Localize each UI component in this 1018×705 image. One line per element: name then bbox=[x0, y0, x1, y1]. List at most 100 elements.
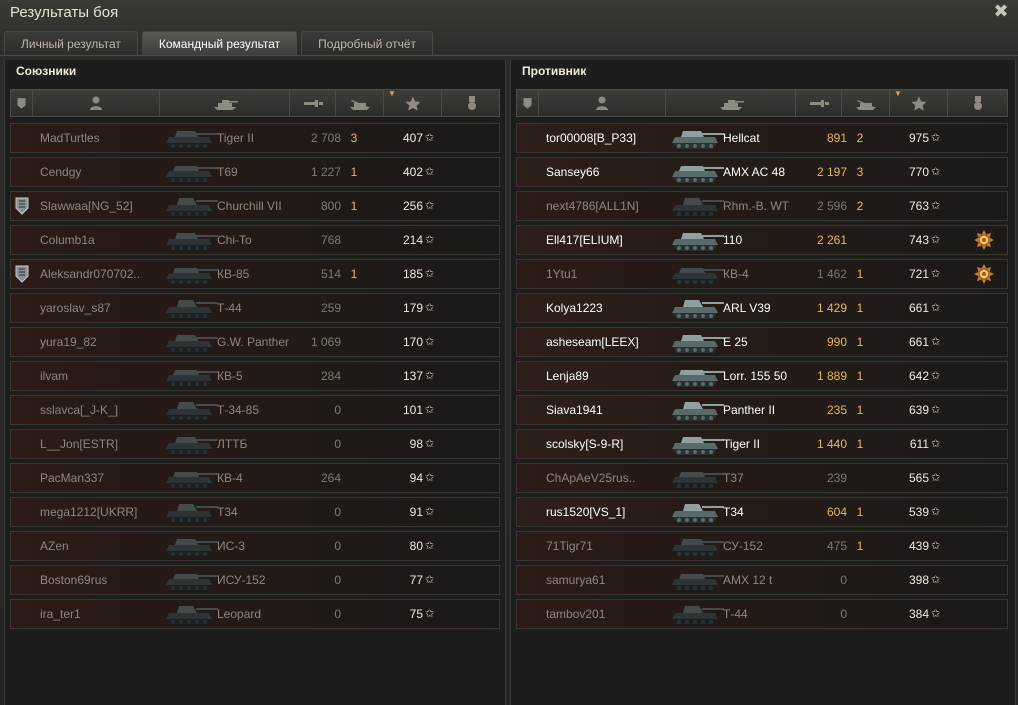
vehicle-name: Tiger II bbox=[217, 131, 254, 145]
column-header-kills[interactable] bbox=[842, 90, 890, 116]
experience-star-icon: ✩ bbox=[931, 166, 941, 178]
player-row[interactable]: Lenja89 Lorr. 155 50 1 889 1 642 ✩ bbox=[516, 361, 1008, 391]
player-row[interactable]: Boston69rus ИСУ-152 0 77 ✩ bbox=[10, 565, 500, 595]
experience-star-icon bbox=[404, 96, 421, 111]
vehicle-icon bbox=[672, 198, 724, 217]
vehicle-name: E 25 bbox=[723, 335, 748, 349]
sort-indicator-icon: ▼ bbox=[388, 89, 396, 98]
column-header-player[interactable] bbox=[539, 90, 666, 116]
vehicle-icon bbox=[672, 402, 724, 421]
player-row[interactable]: samurya61 AMX 12 t 0 398 ✩ bbox=[516, 565, 1008, 595]
player-row[interactable]: rus1520[VS_1] Т34 604 1 539 ✩ bbox=[516, 497, 1008, 527]
experience-star-icon: ✩ bbox=[931, 268, 941, 280]
player-row[interactable]: AZen ИС-3 0 80 ✩ bbox=[10, 531, 500, 561]
kills-value bbox=[850, 464, 870, 492]
kills-icon bbox=[855, 100, 876, 110]
player-row[interactable]: Columb1a Chi-To 768 214 ✩ bbox=[10, 225, 500, 255]
vehicle-icon bbox=[166, 335, 218, 353]
vehicle-name: ARL V39 bbox=[723, 301, 771, 315]
tab-personal-result[interactable]: Личный результат bbox=[4, 31, 138, 55]
player-row[interactable]: mega1212[UKRR] Т34 0 91 ✩ bbox=[10, 497, 500, 527]
column-header-damage[interactable] bbox=[796, 90, 842, 116]
vehicle-icon bbox=[672, 335, 724, 353]
vehicle-icon bbox=[672, 472, 724, 489]
close-icon[interactable]: ✖ bbox=[992, 2, 1010, 20]
player-row[interactable]: scolsky[S-9-R] Tiger II 1 440 1 611 ✩ bbox=[516, 429, 1008, 459]
damage-value: 2 197 bbox=[816, 165, 847, 179]
experience-star-icon: ✩ bbox=[425, 540, 435, 552]
vehicle-icon bbox=[166, 268, 218, 285]
experience-value: 91 bbox=[409, 505, 423, 519]
clan-badge-icon bbox=[15, 197, 29, 215]
player-row[interactable]: PacMan337 КВ-4 264 94 ✩ bbox=[10, 463, 500, 493]
player-row[interactable]: tambov201 Т-44 0 384 ✩ bbox=[516, 599, 1008, 629]
experience-value: 639 bbox=[908, 403, 929, 417]
player-row[interactable]: ira_ter1 Leopard 0 75 ✩ bbox=[10, 599, 500, 629]
damage-value: 1 069 bbox=[310, 335, 341, 349]
column-header-player[interactable] bbox=[33, 90, 160, 116]
column-header-squad[interactable] bbox=[517, 90, 539, 116]
player-row[interactable]: asheseam[LEEX] E 25 990 1 661 ✩ bbox=[516, 327, 1008, 357]
kills-value: 1 bbox=[856, 437, 864, 451]
column-header-medal[interactable] bbox=[948, 90, 1007, 116]
experience-value: 770 bbox=[908, 165, 929, 179]
enemies-column-header: ▼ bbox=[516, 89, 1008, 117]
experience-value: 185 bbox=[402, 267, 423, 281]
experience-star-icon: ✩ bbox=[931, 506, 941, 518]
column-header-squad[interactable] bbox=[11, 90, 33, 116]
player-row[interactable]: yaroslav_s87 Т-44 259 179 ✩ bbox=[10, 293, 500, 323]
player-name: next4786[ALL1N] bbox=[546, 199, 639, 213]
column-header-kills[interactable] bbox=[336, 90, 384, 116]
player-row[interactable]: 1Ytu1 КВ-4 1 462 1 721 ✩ bbox=[516, 259, 1008, 289]
allies-panel: Союзники ▼ MadTurtles Tiger II 2 708 3 407 ✩ C… bbox=[4, 60, 506, 705]
column-header-medal[interactable] bbox=[442, 90, 501, 116]
allies-title: Союзники bbox=[16, 64, 77, 78]
player-row[interactable]: MadTurtles Tiger II 2 708 3 407 ✩ bbox=[10, 123, 500, 153]
player-name: Sansey66 bbox=[546, 165, 600, 179]
experience-value: 539 bbox=[908, 505, 929, 519]
player-row[interactable]: Ell417[ELIUM] 110 2 261 743 ✩ bbox=[516, 225, 1008, 255]
damage-value: 264 bbox=[320, 471, 341, 485]
column-header-experience-star[interactable]: ▼ bbox=[384, 89, 442, 116]
player-row[interactable]: Cendgy T69 1 227 1 402 ✩ bbox=[10, 157, 500, 187]
player-name: AZen bbox=[40, 539, 69, 553]
player-row[interactable]: tor00008[B_P33] Hellcat 891 2 975 ✩ bbox=[516, 123, 1008, 153]
tab-team-result[interactable]: Командный результат bbox=[141, 31, 298, 55]
player-row[interactable]: 71Tigr71 СУ-152 475 1 439 ✩ bbox=[516, 531, 1008, 561]
damage-value: 2 596 bbox=[816, 199, 847, 213]
vehicle-name: Leopard bbox=[217, 607, 262, 621]
tab-detailed-report[interactable]: Подробный отчёт bbox=[301, 31, 434, 55]
vehicle-name: T37 bbox=[723, 471, 744, 485]
damage-value: 0 bbox=[334, 505, 341, 519]
player-row[interactable]: Kolya1223 ARL V39 1 429 1 661 ✩ bbox=[516, 293, 1008, 323]
experience-value: 179 bbox=[402, 301, 423, 315]
column-header-vehicle[interactable] bbox=[666, 90, 796, 116]
player-row[interactable]: Slawwaa[NG_52] Churchill VII 800 1 256 ✩ bbox=[10, 191, 500, 221]
column-header-vehicle[interactable] bbox=[160, 90, 290, 116]
experience-star-icon: ✩ bbox=[931, 234, 941, 246]
damage-value: 235 bbox=[826, 403, 847, 417]
experience-star-icon: ✩ bbox=[425, 574, 435, 586]
player-row[interactable]: next4786[ALL1N] Rhm.-B. WT 2 596 2 763 ✩ bbox=[516, 191, 1008, 221]
player-row[interactable]: sslavca[_J-K_] Т-34-85 0 101 ✩ bbox=[10, 395, 500, 425]
player-row[interactable]: Aleksandr070702.. КВ-85 514 1 185 ✩ bbox=[10, 259, 500, 289]
player-row[interactable]: ilvam КВ-5 284 137 ✩ bbox=[10, 361, 500, 391]
player-row[interactable]: yura19_82 G.W. Panther 1 069 170 ✩ bbox=[10, 327, 500, 357]
player-row[interactable]: Sansey66 AMX AC 48 2 197 3 770 ✩ bbox=[516, 157, 1008, 187]
experience-star-icon: ✩ bbox=[931, 302, 941, 314]
column-header-experience-star[interactable]: ▼ bbox=[890, 89, 948, 116]
vehicle-icon bbox=[672, 233, 724, 251]
experience-value: 75 bbox=[409, 607, 423, 621]
experience-star-icon: ✩ bbox=[931, 438, 941, 450]
player-row[interactable]: ChApAeV25rus.. T37 239 565 ✩ bbox=[516, 463, 1008, 493]
player-name: sslavca[_J-K_] bbox=[40, 403, 119, 417]
experience-value: 565 bbox=[908, 471, 929, 485]
player-row[interactable]: L__Jon[ESTR] ЛТТБ 0 98 ✩ bbox=[10, 429, 500, 459]
damage-value: 0 bbox=[840, 607, 847, 621]
player-name: Slawwaa[NG_52] bbox=[40, 199, 133, 213]
vehicle-name: AMX AC 48 bbox=[723, 165, 786, 179]
column-header-damage[interactable] bbox=[290, 90, 336, 116]
kills-value: 1 bbox=[856, 267, 864, 281]
player-row[interactable]: Siava1941 Panther II 235 1 639 ✩ bbox=[516, 395, 1008, 425]
damage-value: 239 bbox=[826, 471, 847, 485]
